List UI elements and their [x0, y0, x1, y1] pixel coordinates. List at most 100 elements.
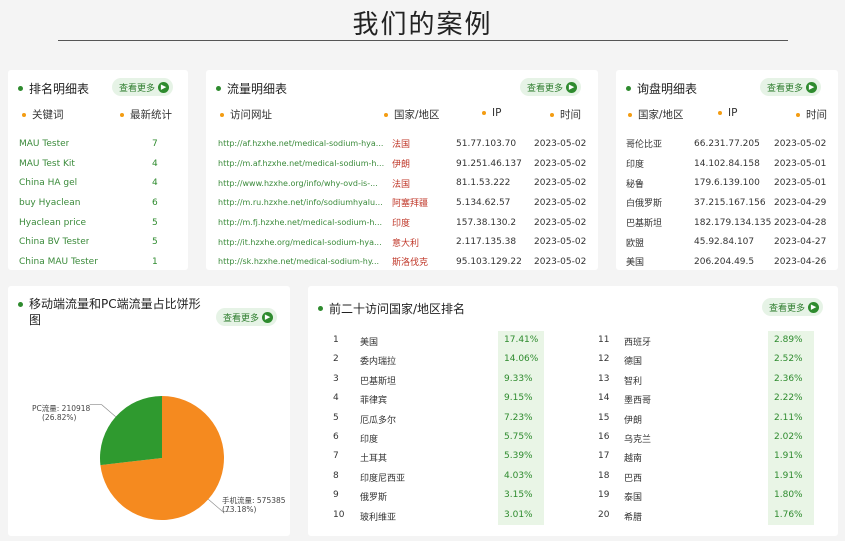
country-ranking-card: 前二十访问国家/地区排名 查看更多 ▶ 1 美国 17.41% 11 西班牙 2.89% …: [308, 286, 838, 536]
rank: 8: [333, 470, 339, 481]
rank: 17: [598, 451, 610, 462]
table-row: http://sk.hzxhe.net/medical-sodium-hy...…: [206, 252, 598, 272]
country: 巴基斯坦: [360, 376, 397, 387]
url-link[interactable]: http://af.hzxhe.net/medical-sodium-hya..…: [218, 139, 386, 148]
table-row[interactable]: China MAU Tester 1: [8, 252, 188, 272]
bullet-icon: [220, 112, 224, 117]
table-row[interactable]: China BV Tester 5: [8, 232, 188, 252]
col-stat-label: 最新统计: [130, 109, 172, 121]
pc-label: PC流量: 210918: [32, 404, 91, 413]
country: 欧盟: [626, 238, 645, 249]
percent: 3.15%: [504, 490, 533, 501]
ip: 2.117.135.38: [456, 237, 517, 248]
mobile-legend: 手机流量: 575385 (73.18%): [222, 496, 286, 514]
view-more-button[interactable]: 查看更多 ▶: [762, 298, 824, 316]
card-header: 前二十访问国家/地区排名: [318, 300, 465, 317]
view-more-button[interactable]: 查看更多 ▶: [520, 78, 582, 96]
percent-cell: 3.01%: [498, 505, 544, 525]
table-row[interactable]: 美国 206.204.49.5 2023-04-26: [616, 252, 838, 272]
time: 2023-04-28: [774, 217, 827, 228]
col-url: 访问网址: [220, 107, 272, 122]
bullet-icon: [120, 112, 124, 117]
time: 2023-04-27: [774, 237, 827, 248]
url-link[interactable]: http://it.hzxhe.org/medical-sodium-hya..…: [218, 238, 386, 247]
percent: 1.91%: [774, 451, 803, 462]
keyword[interactable]: China HA gel: [19, 178, 77, 188]
time: 2023-05-01: [774, 158, 827, 169]
percent: 1.80%: [774, 490, 803, 501]
view-more-label: 查看更多: [527, 83, 564, 94]
ip: 66.231.77.205: [694, 138, 760, 149]
percent: 5.39%: [504, 451, 533, 462]
country: 斯洛伐克: [392, 258, 429, 269]
col-country: 国家/地区: [384, 107, 440, 122]
mobile-label: 手机流量: 575385: [222, 496, 286, 505]
keyword[interactable]: MAU Tester: [19, 139, 69, 149]
traffic-rows: http://af.hzxhe.net/medical-sodium-hya..…: [206, 134, 598, 272]
ranking-row: 7 土耳其 5.39% 17 越南 1.91%: [308, 447, 838, 467]
traffic-detail-card: 流量明细表 查看更多 ▶ 访问网址 国家/地区 IP 时间 http://af.…: [206, 70, 598, 270]
pc-legend: PC流量: 210918 (26.82%): [32, 404, 90, 422]
col-time-label: 时间: [560, 109, 581, 121]
bullet-icon: [22, 112, 26, 117]
url-link[interactable]: http://m.af.hzxhe.net/medical-sodium-h..…: [218, 159, 386, 168]
bullet-icon: [628, 112, 632, 117]
col-time-label: 时间: [806, 109, 827, 121]
card-header: 询盘明细表: [626, 80, 697, 97]
rank: 4: [333, 393, 339, 404]
time: 2023-05-02: [534, 138, 587, 149]
url-link[interactable]: http://m.fj.hzxhe.net/medical-sodium-h..…: [218, 218, 386, 227]
table-row[interactable]: 巴基斯坦 182.179.134.135 2023-04-28: [616, 213, 838, 233]
keyword[interactable]: buy Hyaclean: [19, 198, 80, 208]
rank: 20: [598, 509, 610, 520]
percent-cell: 2.36%: [768, 369, 814, 390]
keyword[interactable]: MAU Test Kit: [19, 159, 75, 169]
url-link[interactable]: http://m.ru.hzxhe.net/info/sodiumhyalu..…: [218, 198, 386, 207]
ip: 5.134.62.57: [456, 197, 511, 208]
percent: 2.36%: [774, 373, 803, 384]
keyword-ranking-card: 排名明细表 查看更多 ▶ 关键词 最新统计 MAU Tester 7 MAU Te…: [8, 70, 188, 270]
percent-cell: 9.33%: [498, 369, 544, 390]
keyword[interactable]: China BV Tester: [19, 237, 89, 247]
stat-value: 5: [152, 237, 158, 248]
col-country-label: 国家/地区: [394, 109, 440, 121]
table-row[interactable]: MAU Test Kit 4: [8, 154, 188, 174]
stat-value: 4: [152, 158, 158, 169]
bullet-icon: [18, 86, 23, 91]
percent-cell: 2.22%: [768, 389, 814, 409]
percent: 9.33%: [504, 373, 533, 384]
percent-cell: 1.76%: [768, 505, 814, 525]
country: 伊朗: [392, 160, 411, 171]
table-row[interactable]: 哥伦比亚 66.231.77.205 2023-05-02: [616, 134, 838, 154]
view-more-button[interactable]: 查看更多 ▶: [760, 78, 822, 96]
ip: 179.6.139.100: [694, 178, 760, 189]
keyword[interactable]: China MAU Tester: [19, 257, 98, 267]
ip: 81.1.53.222: [456, 178, 511, 189]
table-row[interactable]: MAU Tester 7: [8, 134, 188, 154]
country: 委内瑞拉: [360, 357, 397, 368]
table-row[interactable]: 欧盟 45.92.84.107 2023-04-27: [616, 232, 838, 252]
view-more-button[interactable]: 查看更多 ▶: [112, 78, 174, 96]
table-row[interactable]: 印度 14.102.84.158 2023-05-01: [616, 154, 838, 174]
inquiry-detail-card: 询盘明细表 查看更多 ▶ 国家/地区 IP 时间 哥伦比亚 66.231.77.2…: [616, 70, 838, 270]
percent-cell: 9.15%: [498, 389, 544, 409]
country: 玻利维亚: [360, 512, 397, 523]
col-country-label: 国家/地区: [638, 109, 684, 121]
mobile-percent: (73.18%): [222, 505, 257, 514]
rank: 16: [598, 431, 610, 442]
card-header: 流量明细表: [216, 80, 287, 97]
arrow-right-icon: ▶: [158, 81, 170, 93]
country: 白俄罗斯: [626, 199, 663, 210]
rank: 3: [333, 373, 339, 384]
country: 墨西哥: [624, 396, 652, 407]
keyword[interactable]: Hyaclean price: [19, 218, 86, 228]
table-row[interactable]: buy Hyaclean 6: [8, 193, 188, 213]
time: 2023-05-02: [534, 217, 587, 228]
url-link[interactable]: http://sk.hzxhe.net/medical-sodium-hy...: [218, 257, 386, 266]
ip: 91.251.46.137: [456, 158, 522, 169]
url-link[interactable]: http://www.hzxhe.org/info/why-ovd-is-...: [218, 179, 386, 188]
table-row[interactable]: China HA gel 4: [8, 173, 188, 193]
table-row[interactable]: 秘鲁 179.6.139.100 2023-05-01: [616, 173, 838, 193]
table-row[interactable]: Hyaclean price 5: [8, 213, 188, 233]
table-row[interactable]: 白俄罗斯 37.215.167.156 2023-04-29: [616, 193, 838, 213]
